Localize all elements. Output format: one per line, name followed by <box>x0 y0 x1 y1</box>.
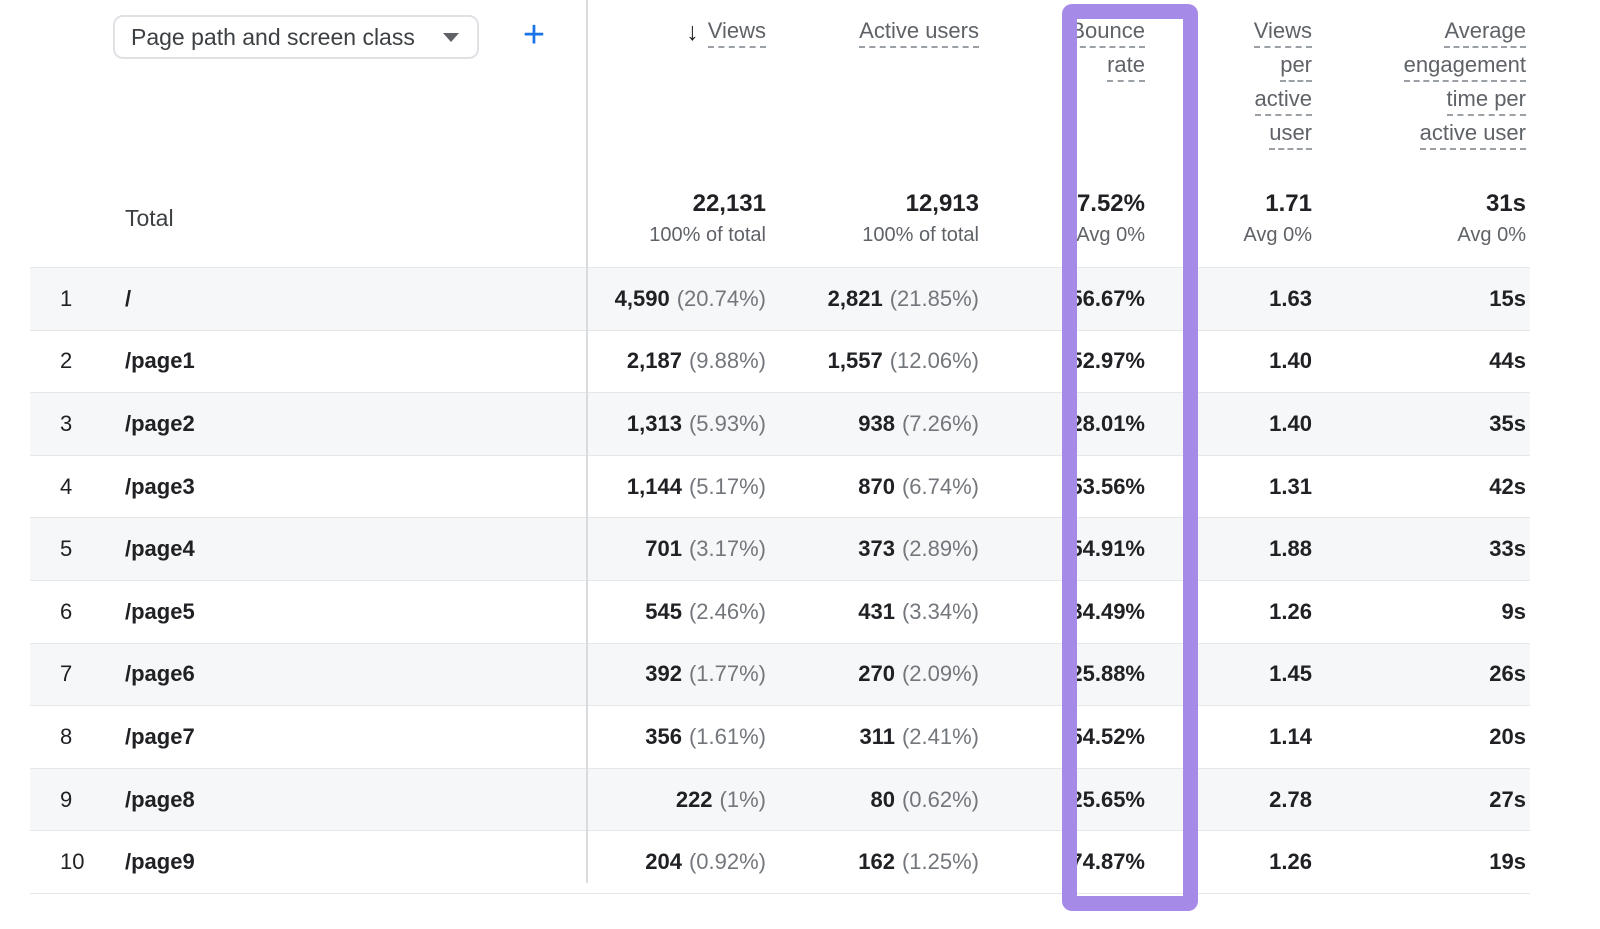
engagement-time-cell: 15s <box>1312 286 1526 312</box>
row-number: 10 <box>30 849 125 875</box>
bounce-rate-cell: 25.88% <box>979 661 1145 687</box>
sort-descending-icon: ↓ <box>686 20 699 44</box>
table-body: 1 / 4,590 (20.74%) 2,821 (21.85%) 56.67%… <box>30 267 1530 894</box>
bounce-rate-cell: 28.01% <box>979 411 1145 437</box>
engagement-time-cell: 27s <box>1312 787 1526 813</box>
page-path: /page7 <box>125 724 587 750</box>
table-row: 8 /page7 356 (1.61%) 311 (2.41%) 54.52% … <box>30 705 1530 768</box>
column-header-avg-engagement-time[interactable]: Average engagement time per active user <box>1312 0 1526 170</box>
totals-row: Total 22,131 100% of total 12,913 100% o… <box>30 170 1530 267</box>
column-header-views[interactable]: ↓ Views <box>587 0 766 170</box>
table-row: 4 /page3 1,144 (5.17%) 870 (6.74%) 53.56… <box>30 455 1530 518</box>
table-header-row: ↓ Views Active users Bounce rate Views p… <box>30 0 1530 170</box>
active-users-cell: 162 (1.25%) <box>766 849 979 875</box>
bounce-rate-cell: 34.49% <box>979 599 1145 625</box>
table-row: 9 /page8 222 (1%) 80 (0.62%) 25.65% 2.78… <box>30 768 1530 831</box>
engagement-time-cell: 19s <box>1312 849 1526 875</box>
views-cell: 701 (3.17%) <box>587 536 766 562</box>
views-cell: 204 (0.92%) <box>587 849 766 875</box>
total-active-users: 12,913 100% of total <box>766 192 979 245</box>
bounce-rate-cell: 54.52% <box>979 724 1145 750</box>
engagement-time-cell: 35s <box>1312 411 1526 437</box>
views-cell: 2,187 (9.88%) <box>587 348 766 374</box>
views-cell: 4,590 (20.74%) <box>587 286 766 312</box>
active-users-cell: 311 (2.41%) <box>766 724 979 750</box>
engagement-time-cell: 26s <box>1312 661 1526 687</box>
bounce-rate-cell: 53.56% <box>979 474 1145 500</box>
total-avg-engagement-time: 31s Avg 0% <box>1312 192 1526 245</box>
views-per-active-user-cell: 1.26 <box>1145 599 1312 625</box>
views-per-active-user-cell: 1.63 <box>1145 286 1312 312</box>
engagement-time-cell: 9s <box>1312 599 1526 625</box>
active-users-cell: 938 (7.26%) <box>766 411 979 437</box>
table-row: 7 /page6 392 (1.77%) 270 (2.09%) 25.88% … <box>30 643 1530 706</box>
views-per-active-user-cell: 1.14 <box>1145 724 1312 750</box>
views-per-active-user-cell: 1.45 <box>1145 661 1312 687</box>
views-cell: 545 (2.46%) <box>587 599 766 625</box>
table-row: 2 /page1 2,187 (9.88%) 1,557 (12.06%) 52… <box>30 330 1530 393</box>
bounce-rate-cell: 74.87% <box>979 849 1145 875</box>
engagement-time-cell: 44s <box>1312 348 1526 374</box>
views-cell: 356 (1.61%) <box>587 724 766 750</box>
table-row: 6 /page5 545 (2.46%) 431 (3.34%) 34.49% … <box>30 580 1530 643</box>
active-users-cell: 80 (0.62%) <box>766 787 979 813</box>
row-number: 3 <box>30 411 125 437</box>
page-path: /page3 <box>125 474 587 500</box>
views-per-active-user-cell: 1.26 <box>1145 849 1312 875</box>
engagement-time-cell: 20s <box>1312 724 1526 750</box>
total-bounce-rate: 57.52% Avg 0% <box>979 192 1145 245</box>
column-header-active-users[interactable]: Active users <box>766 0 979 170</box>
row-number: 7 <box>30 661 125 687</box>
bounce-rate-cell: 56.67% <box>979 286 1145 312</box>
table-row: 1 / 4,590 (20.74%) 2,821 (21.85%) 56.67%… <box>30 267 1530 330</box>
views-per-active-user-cell: 1.31 <box>1145 474 1312 500</box>
page-path: /page1 <box>125 348 587 374</box>
views-per-active-user-cell: 1.40 <box>1145 348 1312 374</box>
page-path: /page9 <box>125 849 587 875</box>
active-users-cell: 870 (6.74%) <box>766 474 979 500</box>
views-per-active-user-cell: 2.78 <box>1145 787 1312 813</box>
page-path: /page5 <box>125 599 587 625</box>
views-cell: 392 (1.77%) <box>587 661 766 687</box>
active-users-cell: 2,821 (21.85%) <box>766 286 979 312</box>
page-path: /page4 <box>125 536 587 562</box>
column-header-views-label: Views <box>708 20 766 48</box>
table-row: 10 /page9 204 (0.92%) 162 (1.25%) 74.87%… <box>30 830 1530 894</box>
row-number: 9 <box>30 787 125 813</box>
active-users-cell: 270 (2.09%) <box>766 661 979 687</box>
table-row: 5 /page4 701 (3.17%) 373 (2.89%) 54.91% … <box>30 517 1530 580</box>
page-path: /page6 <box>125 661 587 687</box>
bounce-rate-cell: 25.65% <box>979 787 1145 813</box>
active-users-cell: 431 (3.34%) <box>766 599 979 625</box>
engagement-time-cell: 33s <box>1312 536 1526 562</box>
bounce-rate-cell: 52.97% <box>979 348 1145 374</box>
page-path: /page2 <box>125 411 587 437</box>
row-number: 5 <box>30 536 125 562</box>
views-cell: 1,313 (5.93%) <box>587 411 766 437</box>
report-table: ↓ Views Active users Bounce rate Views p… <box>30 0 1530 894</box>
page-path: / <box>125 286 587 312</box>
dimension-metrics-divider <box>586 0 588 883</box>
views-cell: 1,144 (5.17%) <box>587 474 766 500</box>
views-per-active-user-cell: 1.40 <box>1145 411 1312 437</box>
table-row: 3 /page2 1,313 (5.93%) 938 (7.26%) 28.01… <box>30 392 1530 455</box>
views-cell: 222 (1%) <box>587 787 766 813</box>
column-header-bounce-rate[interactable]: Bounce rate <box>979 0 1145 170</box>
engagement-time-cell: 42s <box>1312 474 1526 500</box>
totals-label: Total <box>125 205 587 232</box>
column-header-views-per-active-user[interactable]: Views per active user <box>1145 0 1312 170</box>
bounce-rate-cell: 54.91% <box>979 536 1145 562</box>
total-views-per-active-user: 1.71 Avg 0% <box>1145 192 1312 245</box>
total-views: 22,131 100% of total <box>587 192 766 245</box>
views-per-active-user-cell: 1.88 <box>1145 536 1312 562</box>
row-number: 4 <box>30 474 125 500</box>
row-number: 6 <box>30 599 125 625</box>
active-users-cell: 373 (2.89%) <box>766 536 979 562</box>
row-number: 1 <box>30 286 125 312</box>
row-number: 2 <box>30 348 125 374</box>
page-path: /page8 <box>125 787 587 813</box>
active-users-cell: 1,557 (12.06%) <box>766 348 979 374</box>
row-number: 8 <box>30 724 125 750</box>
